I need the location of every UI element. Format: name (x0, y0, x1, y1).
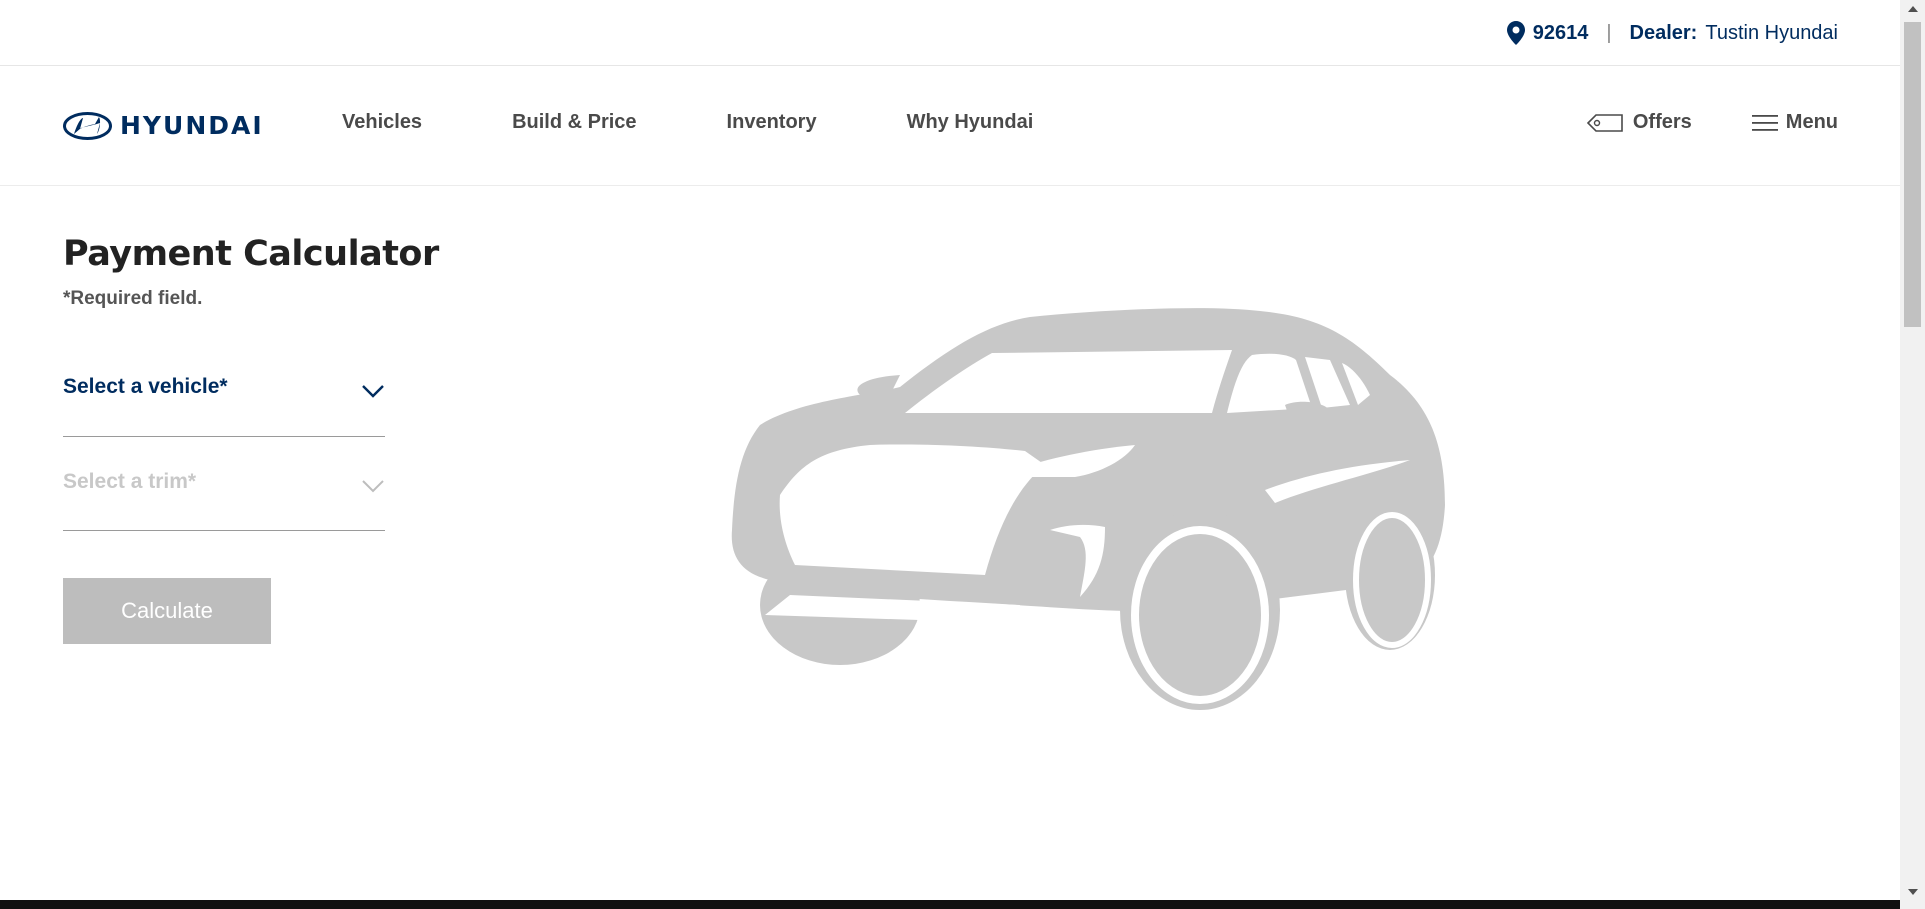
trim-select[interactable]: Select a trim* (63, 470, 385, 531)
offers-link[interactable]: Offers (1586, 111, 1692, 134)
page-title: Payment Calculator (63, 234, 439, 274)
hyundai-emblem-icon (63, 111, 112, 140)
page: 92614 | Dealer: Tustin Hyundai HYUNDAI V… (0, 0, 1900, 900)
calculate-button[interactable]: Calculate (63, 578, 271, 644)
divider: | (1606, 21, 1612, 44)
vehicle-placeholder-image (731, 308, 1445, 710)
hyundai-logo[interactable]: HYUNDAI (63, 111, 264, 140)
utility-bar: 92614 | Dealer: Tustin Hyundai (0, 0, 1900, 66)
scroll-up-arrow-icon[interactable] (1900, 0, 1925, 17)
footer-edge (0, 900, 1900, 909)
hamburger-icon (1751, 114, 1778, 131)
offers-label: Offers (1632, 111, 1692, 133)
main-header: HYUNDAI Vehicles Build & Price Inventory… (0, 66, 1900, 186)
nav-vehicles[interactable]: Vehicles (342, 111, 422, 134)
logo-wordmark: HYUNDAI (120, 111, 264, 140)
scrollbar-thumb[interactable] (1904, 22, 1921, 327)
zip-code[interactable]: 92614 (1533, 22, 1589, 45)
nav-inventory[interactable]: Inventory (727, 111, 817, 134)
main-nav: Vehicles Build & Price Inventory Why Hyu… (342, 111, 1123, 134)
dealer-name[interactable]: Tustin Hyundai (1705, 22, 1838, 45)
required-field-note: *Required field. (63, 288, 203, 309)
location-dealer-info[interactable]: 92614 | Dealer: Tustin Hyundai (1506, 20, 1838, 46)
vehicle-select-label: Select a vehicle* (63, 375, 228, 398)
vertical-scrollbar[interactable] (1900, 0, 1925, 909)
vehicle-select[interactable]: Select a vehicle* (63, 375, 385, 437)
chevron-down-icon (362, 480, 384, 493)
nav-build-price[interactable]: Build & Price (512, 111, 636, 134)
dealer-label: Dealer: (1629, 21, 1698, 44)
location-pin-icon (1506, 21, 1525, 45)
tag-icon (1586, 113, 1623, 132)
menu-label: Menu (1785, 111, 1838, 133)
chevron-down-icon (362, 385, 384, 398)
trim-select-label: Select a trim* (63, 470, 197, 493)
header-actions: Offers Menu (1586, 111, 1838, 134)
menu-button[interactable]: Menu (1751, 111, 1838, 134)
nav-why-hyundai[interactable]: Why Hyundai (907, 111, 1034, 134)
scroll-down-arrow-icon[interactable] (1900, 883, 1925, 900)
